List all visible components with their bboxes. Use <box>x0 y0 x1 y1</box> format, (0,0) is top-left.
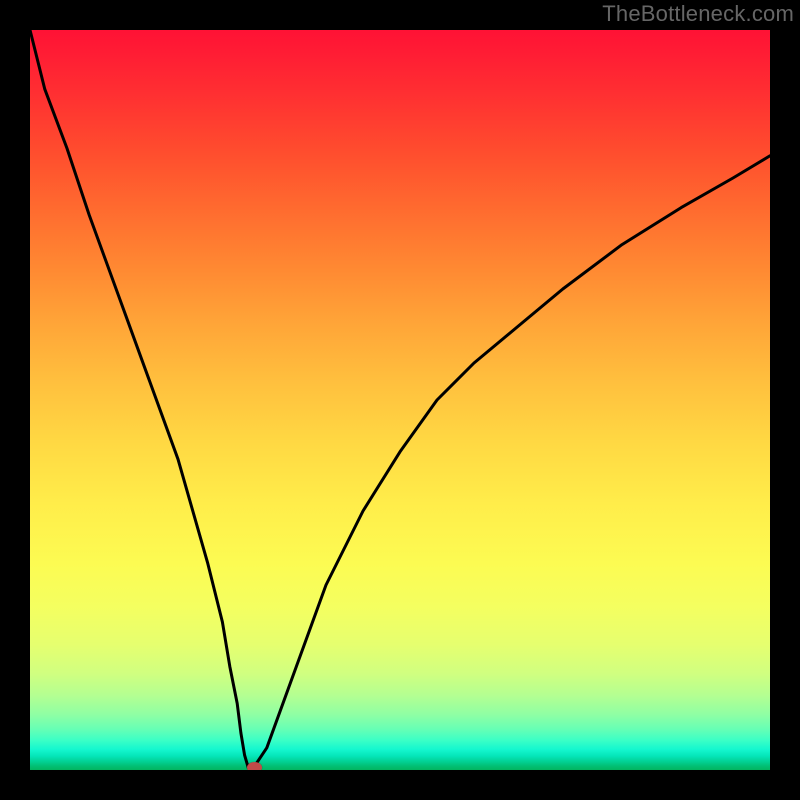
watermark-text: TheBottleneck.com <box>602 1 794 27</box>
chart-frame: TheBottleneck.com <box>0 0 800 800</box>
curve-layer <box>30 30 770 770</box>
optimum-marker <box>247 762 262 770</box>
plot-area <box>30 30 770 770</box>
bottleneck-curve <box>30 30 770 770</box>
